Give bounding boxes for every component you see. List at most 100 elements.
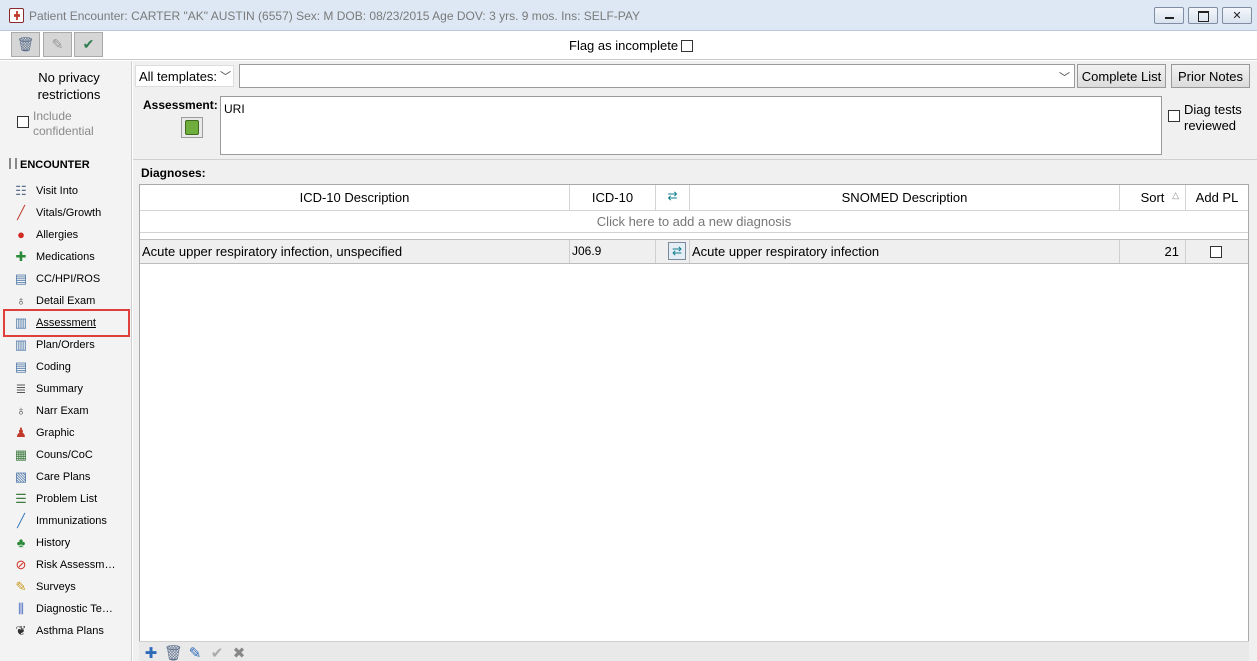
template-filter-select[interactable]: All templates: ﹀ (135, 65, 234, 87)
pencil-icon[interactable]: ✎ (185, 644, 205, 661)
sort-ascending-icon: △ (1172, 190, 1179, 200)
sidebar-item-label: History (36, 537, 71, 549)
delete-button[interactable]: 🗑 (11, 32, 40, 57)
cancel-icon[interactable]: ✖ (229, 644, 249, 661)
chevron-down-icon: ﹀ (1059, 72, 1070, 84)
diag-tests-reviewed-checkbox[interactable] (1168, 110, 1180, 122)
trash-icon: 🗑 (16, 36, 35, 52)
column-header-icd-description[interactable]: ICD-10 Description (140, 185, 570, 211)
chevron-down-icon: ﹀ (220, 71, 231, 83)
prior-notes-button[interactable]: Prior Notes (1171, 64, 1250, 88)
flag-incomplete-label: Flag as incomplete (569, 38, 679, 53)
body-figure-icon: ♟ (15, 425, 27, 440)
sidebar-item-label: Diagnostic Te… (36, 603, 113, 615)
trash-icon[interactable]: 🗑 (163, 644, 183, 661)
sidebar-item-narr-exam[interactable]: ♁ Narr Exam (0, 400, 131, 422)
table-row[interactable]: Acute upper respiratory infection, unspe… (140, 239, 1248, 264)
sidebar-item-problem-list[interactable]: ☰ Problem List (0, 488, 131, 510)
summary-icon: ≣ (15, 381, 27, 396)
close-button[interactable] (1222, 7, 1252, 24)
maximize-button[interactable] (1188, 7, 1218, 24)
column-header-sort[interactable]: Sort △ (1120, 185, 1186, 211)
include-confidential-checkbox[interactable] (17, 116, 29, 128)
add-diagnosis-row[interactable]: Click here to add a new diagnosis (140, 211, 1248, 233)
sidebar-item-label: Asthma Plans (36, 625, 104, 637)
syringe-icon: ╱ (17, 513, 25, 528)
sidebar-item-summary[interactable]: ≣ Summary (0, 378, 131, 400)
column-header-icd10[interactable]: ICD-10 (570, 185, 656, 211)
add-icon[interactable]: ✚ (141, 644, 161, 661)
encounter-section-label: ENCOUNTER (20, 159, 90, 171)
assessment-library-button[interactable] (181, 117, 203, 138)
sidebar-item-plan-orders[interactable]: ▥ Plan/Orders (0, 334, 131, 356)
include-confidential-label: Include confidential (33, 109, 94, 138)
active-item-highlight (3, 309, 130, 337)
test-tubes-icon: ⫼ (18, 601, 24, 616)
assessment-text-field[interactable]: URI (220, 96, 1162, 155)
flag-incomplete: Flag as incomplete (569, 38, 694, 53)
sidebar-item-vitals-growth[interactable]: ╱ Vitals/Growth (0, 202, 131, 224)
no-symbol-icon: ⊘ (15, 557, 27, 572)
template-combo[interactable]: ﹀ (239, 64, 1075, 88)
sidebar-item-coding[interactable]: ▤ Coding (0, 356, 131, 378)
allergy-icon: ● (17, 227, 25, 242)
edit-button[interactable]: ✎ (43, 32, 72, 57)
sidebar-item-label: Care Plans (36, 471, 91, 483)
sidebar-item-visit-into[interactable]: ☷ Visit Into (0, 180, 131, 202)
sidebar-item-risk-assessm[interactable]: ⊘ Risk Assessm… (0, 554, 131, 576)
lungs-icon: ❦ (15, 623, 27, 638)
sidebar-item-graphic[interactable]: ♟ Graphic (0, 422, 131, 444)
column-header-swap[interactable]: ⇄ (656, 185, 690, 211)
sidebar-item-label: Summary (36, 383, 84, 395)
window-title: Patient Encounter: CARTER "AK" AUSTIN (6… (29, 9, 640, 23)
assessment-label: Assessment: (143, 98, 218, 112)
sidebar-item-surveys[interactable]: ✎ Surveys (0, 576, 131, 598)
sidebar-item-label: Coding (36, 361, 71, 373)
sidebar-item-couns-coc[interactable]: ▦ Couns/CoC (0, 444, 131, 466)
privacy-status: No privacy restrictions (37, 70, 101, 102)
book-icon (185, 120, 199, 135)
title-bar: Patient Encounter: CARTER "AK" AUSTIN (6… (0, 0, 1257, 31)
sidebar-item-cc-hpi-ros[interactable]: ▤ CC/HPI/ROS (0, 268, 131, 290)
sort-label: Sort (1140, 190, 1165, 205)
column-header-add-pl[interactable]: Add PL (1186, 185, 1248, 211)
family-tree-icon: ♣ (16, 535, 26, 550)
sidebar-item-allergies[interactable]: ● Allergies (0, 224, 131, 246)
diagnoses-grid: ICD-10 Description ICD-10 ⇄ SNOMED Descr… (139, 184, 1249, 661)
encounter-section-header: ENCOUNTER (9, 158, 90, 171)
grid-toolbar: ✚ 🗑 ✎ ✔ ✖ (139, 641, 1249, 661)
checkmark-icon[interactable]: ✔ (207, 644, 227, 661)
cell-swap: ⇄ (656, 240, 690, 263)
add-pl-checkbox[interactable] (1210, 246, 1222, 258)
sidebar-item-label: Problem List (36, 493, 98, 505)
chart-icon: ▦ (14, 447, 28, 462)
thermometer-icon: ╱ (17, 205, 25, 220)
sidebar-item-asthma-plans[interactable]: ❦ Asthma Plans (0, 620, 131, 642)
app-icon (9, 8, 24, 23)
survey-icon: ✎ (15, 579, 27, 594)
stethoscope-icon: ♁ (16, 293, 26, 308)
flag-incomplete-checkbox[interactable] (681, 40, 694, 52)
sidebar-item-label: Risk Assessm… (36, 559, 116, 571)
diagnoses-label: Diagnoses: (141, 166, 206, 180)
pencil-icon: ✎ (51, 36, 64, 52)
sidebar-item-diagnostic-te[interactable]: ⫼ Diagnostic Te… (0, 598, 131, 620)
sidebar-item-care-plans[interactable]: ▧ Care Plans (0, 466, 131, 488)
complete-list-button[interactable]: Complete List (1077, 64, 1166, 88)
cell-snomed-description: Acute upper respiratory infection (690, 240, 1120, 263)
sidebar-item-medications[interactable]: ✚ Medications (0, 246, 131, 268)
sidebar-item-label: Graphic (36, 427, 75, 439)
main-panel: All templates: ﹀ ﹀ Complete List Prior N… (133, 61, 1257, 661)
sidebar-item-label: Narr Exam (36, 405, 89, 417)
swap-code-icon[interactable]: ⇄ (668, 242, 686, 260)
sidebar-item-label: Visit Into (36, 185, 78, 197)
sidebar-item-label: Detail Exam (36, 295, 96, 307)
column-header-snomed-description[interactable]: SNOMED Description (690, 185, 1120, 211)
sidebar-item-immunizations[interactable]: ╱ Immunizations (0, 510, 131, 532)
medication-icon: ✚ (15, 249, 27, 264)
minimize-button[interactable] (1154, 7, 1184, 24)
template-filter-label: All templates: (139, 69, 218, 84)
confirm-button[interactable]: ✔ (74, 32, 103, 57)
sidebar-item-history[interactable]: ♣ History (0, 532, 131, 554)
swap-icon: ⇄ (667, 189, 678, 203)
